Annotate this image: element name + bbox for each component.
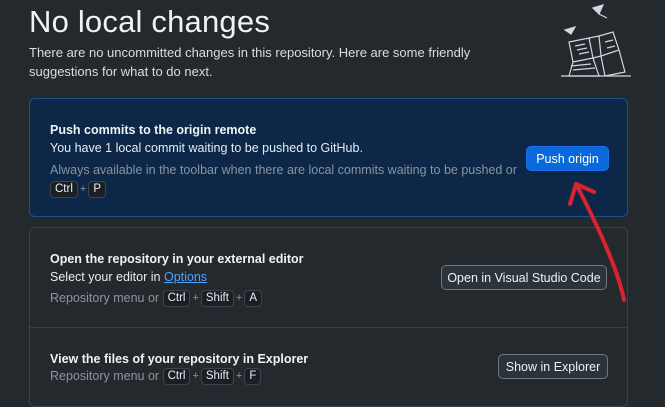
kbd-ctrl: Ctrl — [162, 368, 191, 386]
push-hint-text: Always available in the toolbar when the… — [50, 163, 517, 177]
show-in-explorer-button[interactable]: Show in Explorer — [498, 354, 608, 379]
push-origin-button[interactable]: Push origin — [526, 146, 609, 171]
suggestions-group: Open the repository in your external edi… — [29, 227, 628, 407]
push-card-description: You have 1 local commit waiting to be pu… — [50, 141, 363, 155]
editor-card-description: Select your editor in Options — [50, 270, 207, 284]
page-subtitle: There are no uncommitted changes in this… — [29, 45, 471, 79]
paper-crane-illustration — [561, 4, 631, 77]
kbd-ctrl: Ctrl — [50, 181, 78, 199]
explorer-card-title: View the files of your repository in Exp… — [50, 352, 309, 366]
kbd-a: A — [244, 290, 263, 308]
kbd-p: P — [88, 181, 106, 199]
kbd-f: F — [244, 368, 262, 386]
push-card-title: Push commits to the origin remote — [50, 123, 257, 137]
explorer-hint-text: Repository menu or — [50, 369, 160, 383]
options-link[interactable]: Options — [164, 270, 207, 284]
editor-hint-text: Repository menu or — [50, 291, 160, 305]
card-divider — [30, 327, 627, 328]
editor-description-text: Select your editor in — [50, 270, 161, 284]
page-title: No local changes — [29, 4, 271, 39]
kbd-shift: Shift — [200, 368, 234, 386]
kbd-ctrl: Ctrl — [162, 290, 191, 308]
kbd-shift: Shift — [200, 290, 234, 308]
push-card-hint: Always available in the toolbar when the… — [50, 162, 520, 199]
editor-card-title: Open the repository in your external edi… — [50, 252, 304, 266]
explorer-card-hint: Repository menu or Ctrl + Shift + F — [50, 368, 262, 386]
annotation-arrow — [568, 182, 626, 302]
push-commits-card: Push commits to the origin remote You ha… — [29, 98, 628, 217]
editor-card-hint: Repository menu or Ctrl + Shift + A — [50, 290, 263, 308]
